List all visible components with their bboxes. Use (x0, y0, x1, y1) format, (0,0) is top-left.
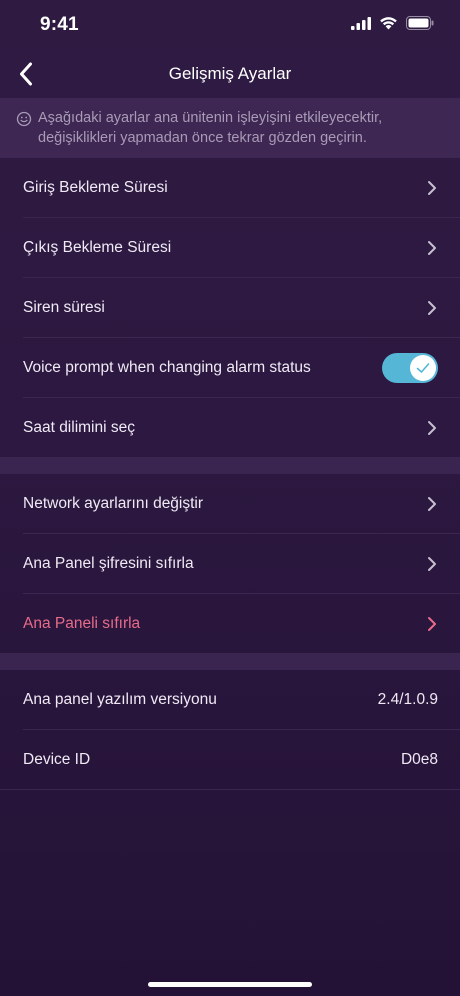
chevron-right-icon (426, 240, 438, 256)
navigation-bar: Gelişmiş Ayarlar (0, 50, 460, 98)
status-bar: 9:41 (0, 0, 460, 50)
row-label: Saat dilimini seç (23, 419, 135, 436)
row-label: Çıkış Bekleme Süresi (23, 239, 172, 256)
smiley-icon (16, 111, 32, 127)
voice-prompt-row: Voice prompt when changing alarm status (0, 338, 460, 398)
firmware-version-row: Ana panel yazılım versiyonu 2.4/1.0.9 (0, 670, 460, 730)
section-divider (0, 654, 460, 670)
chevron-right-icon (426, 420, 438, 436)
chevron-right-icon (426, 616, 438, 632)
exit-delay-row[interactable]: Çıkış Bekleme Süresi (0, 218, 460, 278)
chevron-right-icon (426, 556, 438, 572)
status-icons (351, 16, 434, 30)
notice-text: Aşağıdaki ayarlar ana ünitenin işleyişin… (38, 110, 383, 146)
row-label: Device ID (23, 751, 91, 768)
status-time: 9:41 (40, 14, 79, 35)
page-title: Gelişmiş Ayarlar (168, 64, 292, 83)
checkmark-icon (416, 363, 430, 373)
siren-duration-row[interactable]: Siren süresi (0, 278, 460, 338)
signal-icon (351, 16, 371, 30)
device-id-value: D0e8 (400, 751, 438, 768)
reset-panel-row[interactable]: Ana Paneli sıfırla (0, 594, 460, 654)
toggle-knob (410, 355, 436, 381)
network-settings-row[interactable]: Network ayarlarını değiştir (0, 474, 460, 534)
row-label: Voice prompt when changing alarm status (23, 359, 311, 376)
section-divider (0, 458, 460, 474)
chevron-right-icon (426, 180, 438, 196)
settings-group-panel: Network ayarlarını değiştir Ana Panel şi… (0, 474, 460, 654)
firmware-version-value: 2.4/1.0.9 (377, 691, 438, 708)
settings-group-timing: Giriş Bekleme Süresi Çıkış Bekleme Süres… (0, 158, 460, 458)
voice-prompt-toggle[interactable] (382, 353, 438, 383)
row-label: Ana Paneli sıfırla (23, 615, 141, 632)
reset-panel-password-row[interactable]: Ana Panel şifresini sıfırla (0, 534, 460, 594)
home-indicator (148, 982, 312, 987)
row-label: Ana Panel şifresini sıfırla (23, 555, 194, 572)
chevron-right-icon (426, 496, 438, 512)
row-label: Siren süresi (23, 299, 105, 316)
row-label: Giriş Bekleme Süresi (23, 179, 168, 196)
row-label: Network ayarlarını değiştir (23, 495, 204, 512)
wifi-icon (380, 17, 397, 30)
entry-delay-row[interactable]: Giriş Bekleme Süresi (0, 158, 460, 218)
device-info-group: Ana panel yazılım versiyonu 2.4/1.0.9 De… (0, 670, 460, 790)
chevron-right-icon (426, 300, 438, 316)
battery-icon (406, 16, 434, 30)
timezone-row[interactable]: Saat dilimini seç (0, 398, 460, 458)
warning-notice: Aşağıdaki ayarlar ana ünitenin işleyişin… (0, 98, 460, 158)
row-label: Ana panel yazılım versiyonu (23, 691, 217, 708)
device-id-row: Device ID D0e8 (0, 730, 460, 790)
